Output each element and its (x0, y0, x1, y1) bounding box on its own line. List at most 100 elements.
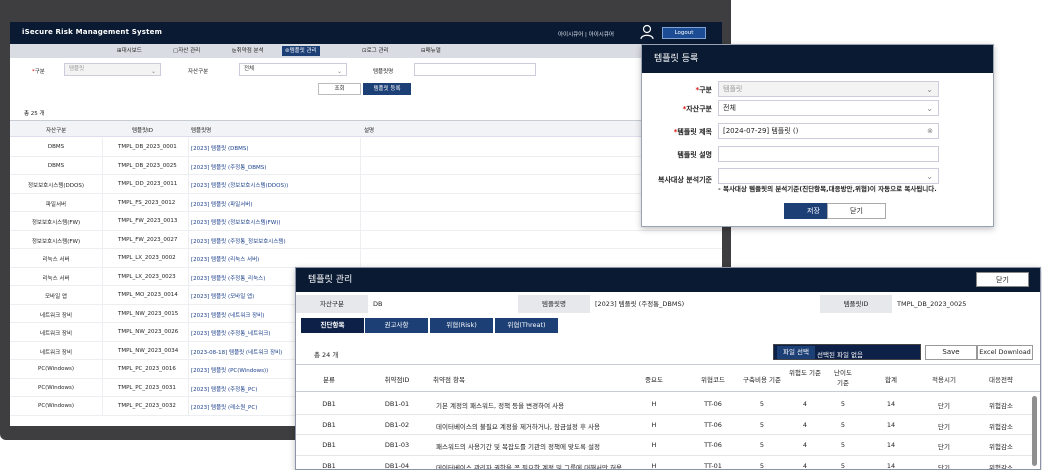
cell-asset: 네트워크 장비 (39, 349, 73, 356)
nav-template[interactable]: ⊚템플릿 관리 (282, 46, 320, 56)
cell-asset: PC(Windows) (38, 403, 74, 409)
tab-threat[interactable]: 위협(Threat) (495, 318, 558, 333)
cell-template-name-link[interactable]: [2023] 템플릿 (정보보호시스템(FW)) (191, 218, 281, 226)
register-desc-input[interactable] (718, 146, 939, 162)
table-cell: 4 (802, 420, 808, 429)
cell-template-name-link[interactable]: [2023] 템플릿 (정보보호시스템(DDOS)) (191, 181, 288, 189)
cell-divider (188, 397, 189, 415)
excel-download-button[interactable]: Excel Download (977, 345, 1033, 360)
cell-template-name-link[interactable]: [2023] 템플릿 (파일서버) (191, 200, 253, 208)
items-table-header: 분류 취약점ID 취약점 항목 중요도 위협코드 구축비용 기준 위험도 기준 난이도 기준 합… (296, 364, 1040, 392)
cell-template-name-link[interactable]: [2023] 템플릿 (주정통_DBMS) (191, 163, 266, 171)
cell-template-name-link[interactable]: [2023] 템플릿 (모바일 앱) (191, 292, 254, 300)
table-row[interactable]: DB1 DB1-01 기본 계정의 패스워드, 정책 등을 변경하여 사용 H TT-0… (296, 394, 1034, 415)
register-copy-select[interactable]: ⌄ (718, 168, 939, 184)
nav-asset[interactable]: ▢자산 관리 (170, 46, 203, 56)
cell-template-name-link[interactable]: [2023] 템플릿 (주정통_정보보호시스템) (191, 237, 286, 245)
cell-template-name-link[interactable]: [2023-08-18] 템플릿 (네트워크 장비) (191, 348, 282, 356)
nav-vulnerability[interactable]: ⊵취약점 분석 (229, 46, 267, 56)
cell-asset: 정보보호시스템(DDOS) (27, 183, 84, 189)
cell-template-name-link[interactable]: [2023] 템플릿 (DBMS) (191, 144, 249, 152)
table-cell: 4 (802, 400, 808, 408)
table-row[interactable]: 정보보호시스템(DDOS) TMPL_DD_2023_0011 [2023] 템플릿… (10, 175, 722, 194)
table-cell: DB1-02 (384, 420, 410, 429)
app-header: iSecure Risk Management System 아이시큐어 | 아… (10, 22, 722, 44)
cell-divider (188, 193, 189, 212)
file-select-button[interactable]: 파일 선택 (777, 346, 815, 359)
table-cell: DB1-01 (384, 400, 410, 408)
manage-save-button[interactable]: Save (925, 345, 977, 360)
user-icon[interactable] (640, 24, 654, 40)
cell-divider (360, 138, 361, 156)
register-template-button[interactable]: 템플릿 등록 (363, 83, 411, 95)
table-row[interactable]: DBMS TMPL_DB_2023_0001 [2023] 템플릿 (DBMS) (10, 138, 722, 157)
cell-divider (360, 212, 361, 230)
table-row[interactable]: DBMS TMPL_DB_2023_0025 [2023] 템플릿 (주정통_DBM… (10, 156, 722, 175)
cell-asset: PC(Windows) (38, 366, 74, 372)
cell-template-name-link[interactable]: [2023] 템플릿 (레소원_PC) (191, 403, 257, 411)
cell-template-id: TMPL_PC_2023_0032 (118, 403, 176, 409)
register-close-button[interactable]: 닫기 (827, 203, 886, 219)
search-button[interactable]: 조회 (318, 83, 361, 95)
cell-template-name-link[interactable]: [2023] 템플릿 (리눅스 서버) (191, 255, 259, 263)
register-asset-select[interactable]: 전체 ⌄ (718, 100, 939, 116)
table-header: 자산구분 템플릿ID 템플릿명 설명 (10, 120, 722, 137)
chevron-down-icon: ⌄ (926, 172, 933, 181)
table-row[interactable]: DB1 DB1-04 데이터베이스 관리자 권한을 꼭 필요한 계정 및 그룹에 대… (296, 456, 1034, 470)
table-cell: DB1 (322, 420, 336, 429)
table-row[interactable]: 정보보호시스템(FW) TMPL_FW_2023_0027 [2023] 템플릿 (… (10, 230, 722, 249)
cell-asset: 네트워크 장비 (39, 312, 73, 319)
table-cell: 14 (886, 461, 896, 470)
cell-template-name-link[interactable]: [2023] 템플릿 (네트워크 장비) (191, 311, 264, 319)
nav-dashboard[interactable]: ⊞대시보드 (114, 46, 145, 56)
cell-asset: 리눅스 서버 (42, 275, 70, 282)
manage-close-button[interactable]: 닫기 (976, 272, 1029, 287)
file-name-text: 선택된 파일 없음 (817, 351, 863, 359)
register-category-label: *구분 (695, 86, 712, 94)
clear-icon[interactable]: ⊗ (927, 124, 933, 138)
table-row[interactable]: 파일서버 TMPL_FS_2023_0012 [2023] 템플릿 (파일서버) (10, 193, 722, 212)
filter-name-input[interactable] (414, 63, 536, 76)
register-name-label: *템플릿 제목 (673, 128, 712, 136)
table-cell: 5 (759, 461, 765, 470)
table-cell: 기본 계정의 패스워드, 정책 등을 변경하여 사용 (436, 402, 565, 410)
info-id-label: 템플릿ID (820, 295, 892, 313)
column-header: 구축비용 기준 (743, 376, 781, 384)
filter-asset-select[interactable]: 전체 ⌄ (239, 63, 347, 76)
template-info-bar: 자산구분 DB 템플릿명 [2023] 템플릿 (주정통_DBMS) 템플릿ID… (296, 295, 1040, 313)
register-asset-label: *자산구분 (682, 105, 712, 113)
cell-divider (360, 230, 361, 249)
column-header: 난이도 기준 (834, 369, 852, 387)
register-category-select[interactable]: 템플릿 ⌄ (718, 81, 939, 97)
tab-diagnosis-items[interactable]: 진단항목 (301, 318, 364, 333)
table-row[interactable]: DB1 DB1-03 패스워드의 사용기간 및 복잡도를 기관의 정책에 맞도록 설… (296, 435, 1034, 456)
cell-asset: DBMS (47, 162, 65, 169)
table-row[interactable]: 정보보호시스템(FW) TMPL_FW_2023_0013 [2023] 템플릿 (… (10, 212, 722, 231)
cell-template-name-link[interactable]: [2023] 템플릿 (주정통_리눅스) (191, 274, 265, 282)
cell-template-id: TMPL_DB_2023_0001 (118, 144, 177, 150)
cell-divider (102, 267, 103, 286)
cell-divider (102, 378, 103, 397)
cell-divider (102, 323, 103, 341)
cell-divider (188, 230, 189, 249)
vertical-scrollbar[interactable] (1032, 396, 1037, 466)
table-cell: TT-06 (704, 420, 722, 429)
cell-template-name-link[interactable]: [2023] 템플릿 (주정통_네트워크) (191, 329, 270, 337)
cell-template-name-link[interactable]: [2023] 템플릿 (PC(Windows)) (191, 366, 268, 374)
cell-divider (188, 360, 189, 378)
nav-manual[interactable]: ⊟매뉴얼 (418, 46, 444, 56)
tab-recommendations[interactable]: 권고사항 (365, 318, 428, 333)
tab-risk[interactable]: 위협(Risk) (430, 318, 493, 333)
table-cell: 5 (840, 441, 846, 449)
cell-template-name-link[interactable]: [2023] 템플릿 (주정통_PC) (191, 385, 257, 393)
register-copy-label: 복사대상 분석기준 (658, 176, 712, 184)
filter-name-label: 템플릿명 (373, 69, 394, 75)
cell-asset: 네트워크 장비 (39, 331, 73, 337)
filter-category-select[interactable]: 템플릿 ⌄ (64, 63, 161, 76)
register-name-input[interactable]: [2024-07-29] 템플릿 () ⊗ (718, 123, 939, 139)
cell-divider (188, 286, 189, 304)
nav-log[interactable]: ⊡로그 관리 (359, 46, 392, 56)
table-row[interactable]: 리눅스 서버 TMPL_LX_2023_0002 [2023] 템플릿 (리눅스 서… (10, 249, 722, 268)
logout-button[interactable]: Logout (662, 27, 706, 39)
table-row[interactable]: DB1 DB1-02 데이터베이스의 불필요 계정을 제거하거나, 잠금설정 후 사… (296, 415, 1034, 435)
